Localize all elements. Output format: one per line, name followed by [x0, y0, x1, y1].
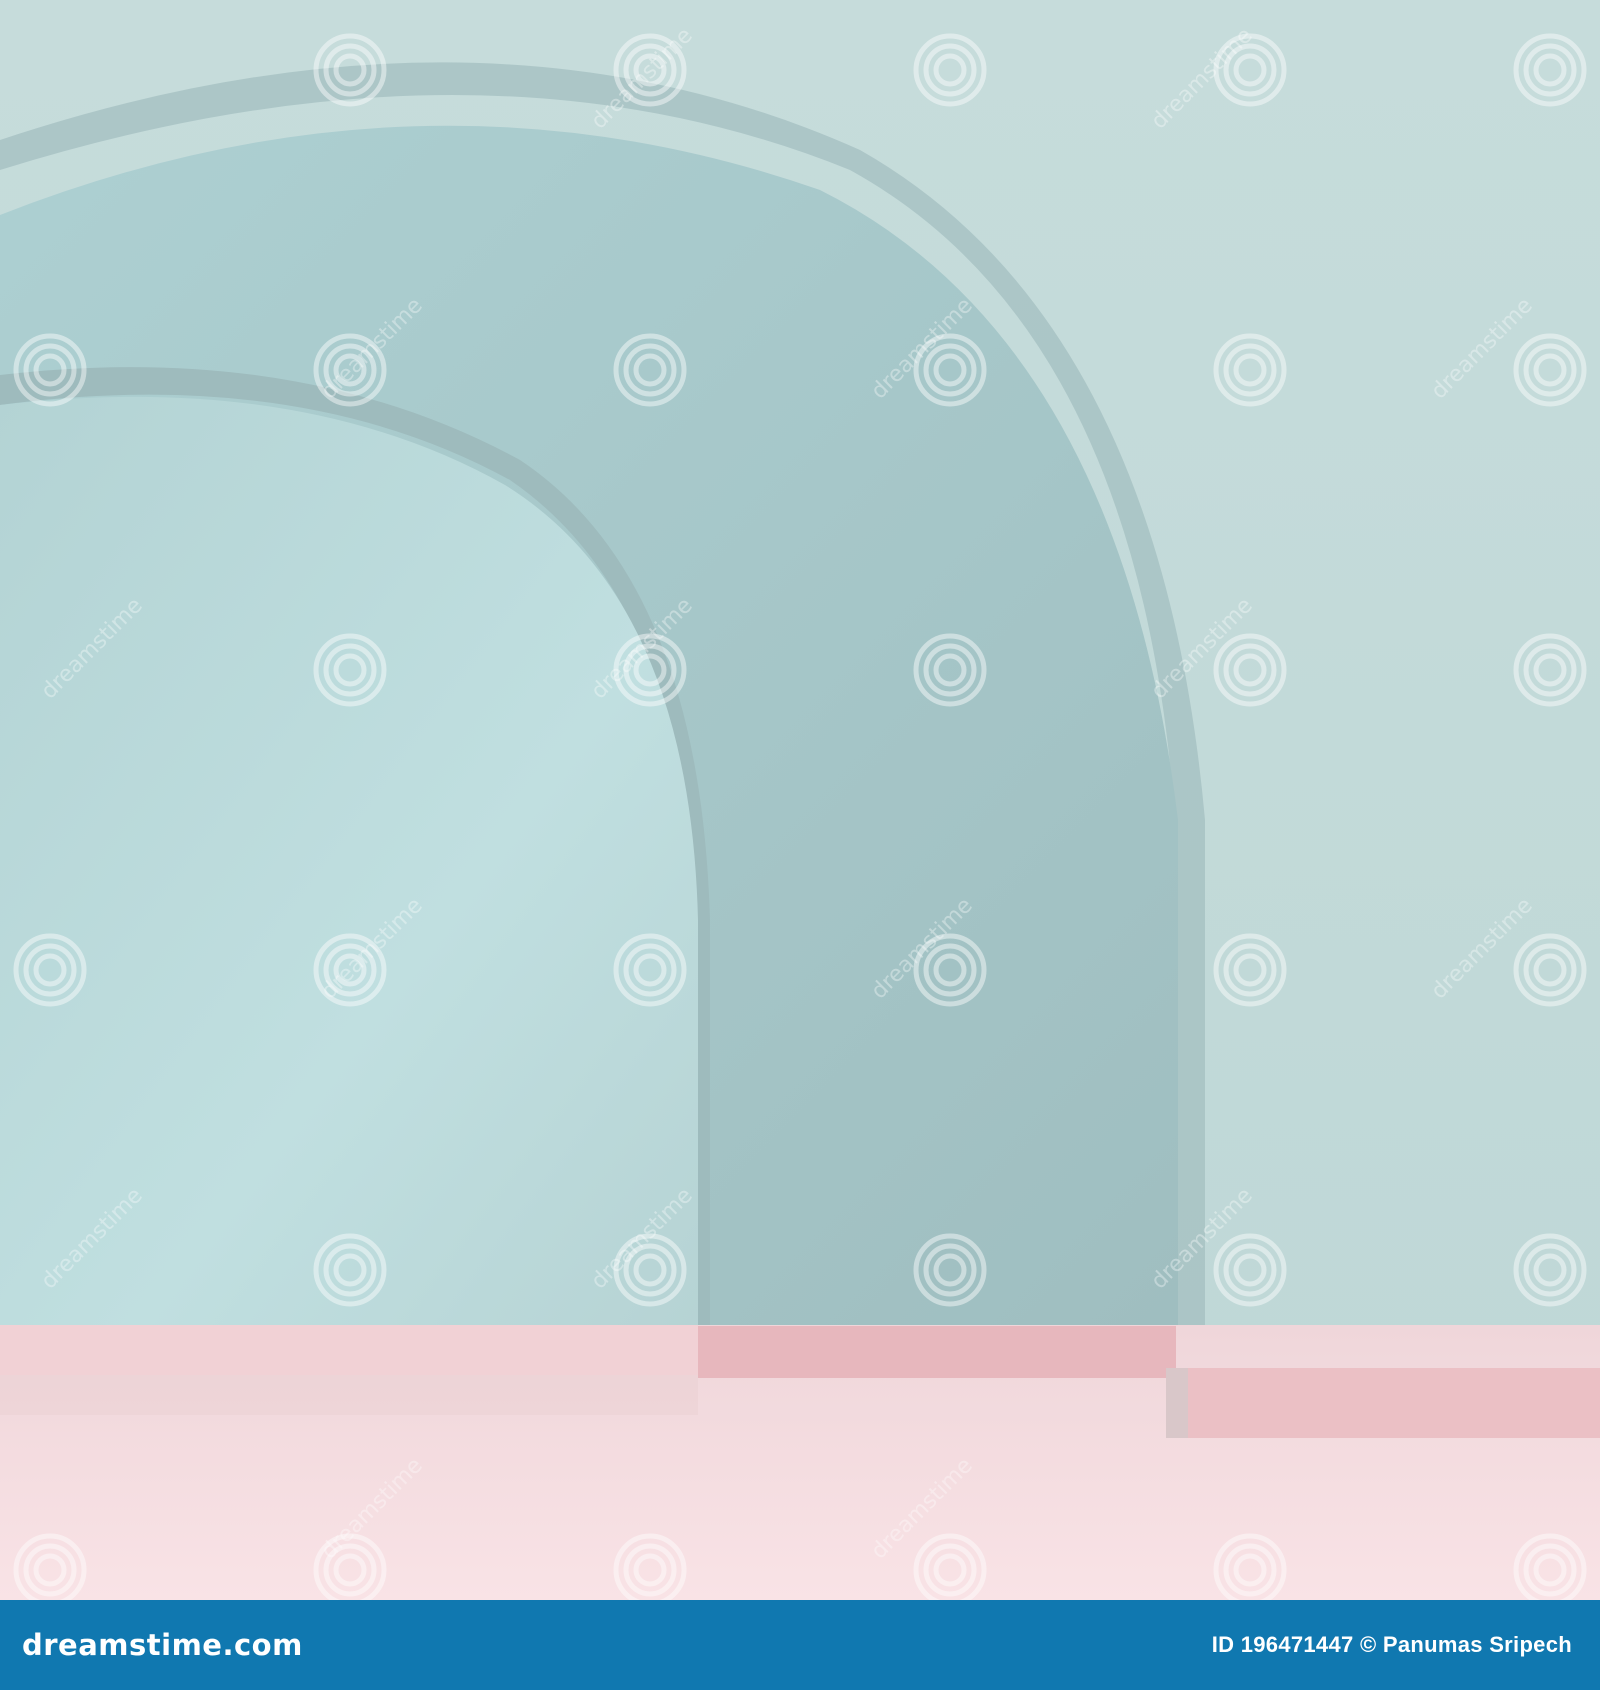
baseboard-inner	[0, 1325, 698, 1375]
image-credit: ID 196471447 © Panumas Sripech	[1211, 1632, 1572, 1657]
photo-scene: dreamstime dreamstime dreamstime dreamstime…	[0, 0, 1600, 1600]
brand-logo-text[interactable]: dreamstime.com	[22, 1628, 303, 1662]
floor-shadow	[0, 1375, 698, 1415]
baseboard-middle	[698, 1326, 1176, 1378]
arch-render: dreamstime dreamstimedreamstime dreamstime…	[0, 0, 1600, 1600]
arch-pillar-foot	[1166, 1368, 1188, 1438]
baseboard-outer	[1176, 1368, 1600, 1438]
footer-bar: dreamstime.com ID 196471447 © Panumas Sr…	[0, 1600, 1600, 1690]
